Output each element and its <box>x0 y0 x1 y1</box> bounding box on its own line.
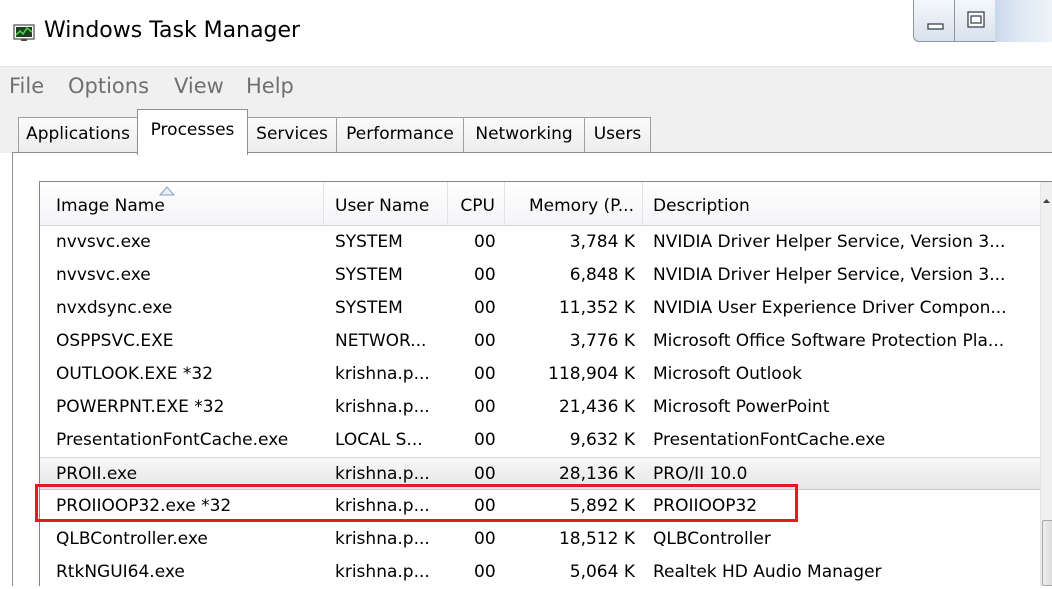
cell-memory: 9,632 K <box>569 430 635 450</box>
cell-memory: 6,848 K <box>569 265 635 285</box>
cell-description: NVIDIA User Experience Driver Compon... <box>653 298 1007 318</box>
menu-bar: File Options View Help <box>0 66 1052 106</box>
minimize-button[interactable] <box>913 0 955 42</box>
table-row-4[interactable]: OSPPSVC.EXE NETWOR... 00 3,776 K Microso… <box>40 325 1040 358</box>
cell-user-name: NETWOR... <box>335 331 427 351</box>
column-header: Image Name User Name CPU Memory (P... De… <box>40 182 1040 226</box>
cell-image-name: nvxdsync.exe <box>56 298 173 318</box>
cell-description: NVIDIA Driver Helper Service, Version 3.… <box>653 232 1006 252</box>
cell-description: NVIDIA Driver Helper Service, Version 3.… <box>653 265 1006 285</box>
maximize-icon <box>967 11 985 28</box>
cell-memory: 3,784 K <box>569 232 635 252</box>
column-image-name[interactable]: Image Name <box>40 182 324 225</box>
menu-file[interactable]: File <box>9 74 44 98</box>
tab-users[interactable]: Users <box>584 117 651 153</box>
table-row-1[interactable]: nvvsvc.exe SYSTEM 00 3,784 K NVIDIA Driv… <box>40 226 1040 259</box>
cell-description: Microsoft PowerPoint <box>653 397 830 417</box>
cell-image-name: RtkNGUI64.exe <box>56 562 185 582</box>
table-row-3[interactable]: nvxdsync.exe SYSTEM 00 11,352 K NVIDIA U… <box>40 292 1040 325</box>
window-title: Windows Task Manager <box>44 18 301 43</box>
title-bar: Windows Task Manager <box>0 0 1052 62</box>
cell-user-name: LOCAL S... <box>335 430 423 450</box>
cell-description: PresentationFontCache.exe <box>653 430 886 450</box>
cell-user-name: krishna.p... <box>335 364 430 384</box>
cell-memory: 21,436 K <box>558 397 635 417</box>
cell-description: Microsoft Outlook <box>653 364 802 384</box>
cell-memory: 18,512 K <box>558 529 635 549</box>
minimize-icon <box>927 23 944 30</box>
menu-view[interactable]: View <box>174 74 224 98</box>
task-manager-icon <box>13 24 35 42</box>
cell-user-name: krishna.p... <box>335 397 430 417</box>
scroll-up-icon[interactable] <box>1041 196 1052 206</box>
column-memory[interactable]: Memory (P... <box>505 182 643 225</box>
cell-user-name: krishna.p... <box>335 562 430 582</box>
menu-help[interactable]: Help <box>246 74 294 98</box>
close-button[interactable] <box>995 0 1052 42</box>
cell-memory: 3,776 K <box>569 331 635 351</box>
cell-image-name: nvvsvc.exe <box>56 265 151 285</box>
table-row-11[interactable]: RtkNGUI64.exe krishna.p... 00 5,064 K Re… <box>40 556 1040 589</box>
cell-user-name: SYSTEM <box>335 298 403 318</box>
cell-image-name: nvvsvc.exe <box>56 232 151 252</box>
tab-services[interactable]: Services <box>247 117 337 153</box>
cell-user-name: krishna.p... <box>335 529 430 549</box>
table-row-10[interactable]: QLBController.exe krishna.p... 00 18,512… <box>40 523 1040 556</box>
tab-strip: Applications Processes Services Performa… <box>0 105 1052 155</box>
cell-description: QLBController <box>653 529 771 549</box>
cell-image-name: QLBController.exe <box>56 529 208 549</box>
column-description[interactable]: Description <box>643 182 1040 225</box>
tab-applications[interactable]: Applications <box>18 117 138 153</box>
cell-memory: 5,064 K <box>569 562 635 582</box>
column-user-name[interactable]: User Name <box>324 182 448 225</box>
table-row-2[interactable]: nvvsvc.exe SYSTEM 00 6,848 K NVIDIA Driv… <box>40 259 1040 292</box>
cell-image-name: OUTLOOK.EXE *32 <box>56 364 214 384</box>
cell-memory: 118,904 K <box>548 364 635 384</box>
cell-user-name: SYSTEM <box>335 265 403 285</box>
menu-options[interactable]: Options <box>68 74 149 98</box>
cell-image-name: POWERPNT.EXE *32 <box>56 397 225 417</box>
sort-ascending-icon <box>159 186 175 196</box>
cell-user-name: SYSTEM <box>335 232 403 252</box>
column-cpu[interactable]: CPU <box>448 182 505 225</box>
table-row-5[interactable]: OUTLOOK.EXE *32 krishna.p... 00 118,904 … <box>40 358 1040 391</box>
cell-description: Microsoft Office Software Protection Pla… <box>653 331 1005 351</box>
tab-networking[interactable]: Networking <box>463 117 585 153</box>
highlight-box <box>35 484 798 522</box>
maximize-button[interactable] <box>954 0 996 42</box>
cell-image-name: PresentationFontCache.exe <box>56 430 289 450</box>
tab-processes[interactable]: Processes <box>137 109 248 155</box>
table-row-6[interactable]: POWERPNT.EXE *32 krishna.p... 00 21,436 … <box>40 391 1040 424</box>
cell-memory: 11,352 K <box>558 298 635 318</box>
cell-image-name: OSPPSVC.EXE <box>56 331 174 351</box>
tab-performance[interactable]: Performance <box>336 117 464 153</box>
table-row-7[interactable]: PresentationFontCache.exe LOCAL S... 00 … <box>40 424 1040 457</box>
scrollbar-thumb[interactable] <box>1042 520 1052 586</box>
cell-description: Realtek HD Audio Manager <box>653 562 882 582</box>
